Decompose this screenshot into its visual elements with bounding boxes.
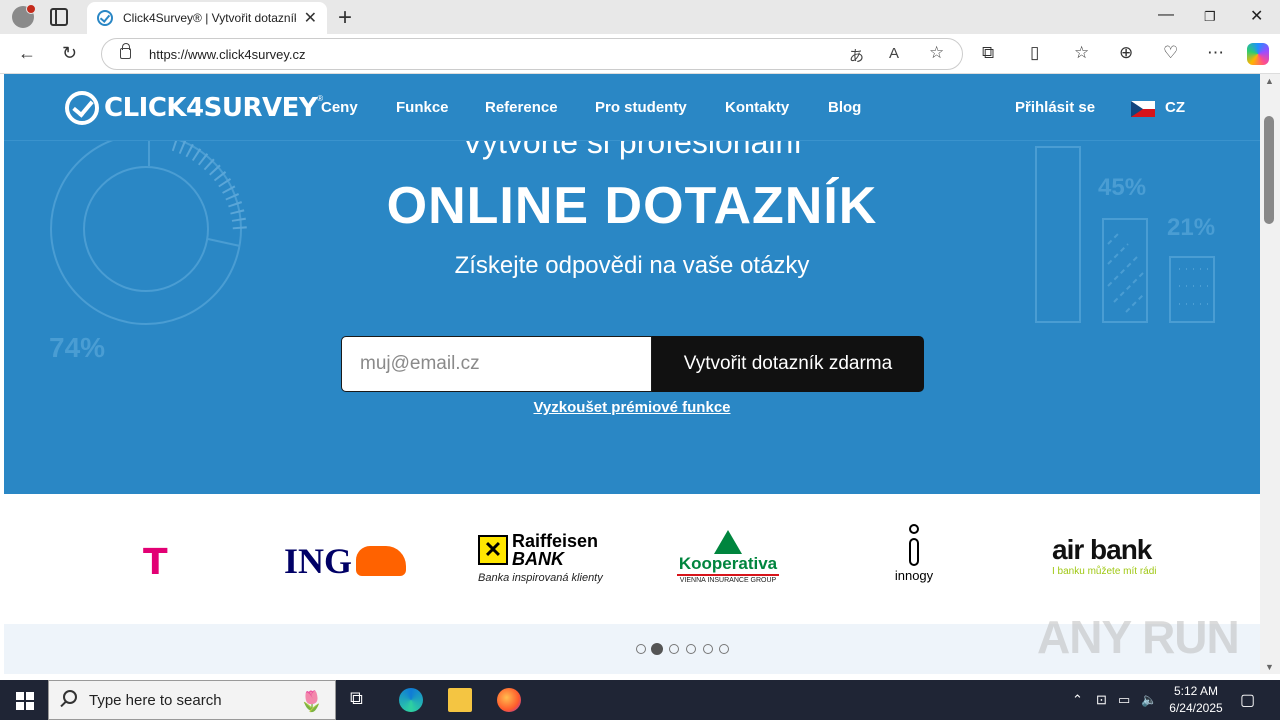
carousel-dot-6[interactable]	[719, 644, 729, 654]
taskbar-search[interactable]: Type here to search 🌷	[48, 680, 336, 720]
airbank-logo: air bank I banku můžete mít rádi	[1052, 534, 1157, 577]
client-logos-strip: T ING ✕ Raiffeisen BANK Banka inspirovan…	[4, 494, 1260, 624]
new-tab-button[interactable]: +	[338, 4, 352, 32]
hero-title: ONLINE DOTAZNÍK	[386, 177, 878, 235]
carousel-dot-2[interactable]	[651, 643, 663, 655]
page-viewport: 74% 45% 21% Vytvořte si profesionální ON…	[4, 74, 1260, 674]
hero-subtitle: Získejte odpovědi na vaše otázky	[454, 252, 810, 279]
tab-close-icon[interactable]: ✕	[304, 8, 317, 28]
ing-lion-icon	[356, 546, 407, 576]
windows-taskbar: Type here to search 🌷 ⧉ ⌃ ⊡ ▭ 🔈 5:12 AM …	[0, 680, 1280, 720]
refresh-icon[interactable]: ↻	[62, 43, 77, 64]
copilot-icon[interactable]	[1247, 43, 1269, 65]
minimize-button[interactable]: —	[1158, 6, 1174, 24]
raiffeisen-logo: ✕ Raiffeisen BANK Banka inspirovaná klie…	[478, 532, 603, 584]
taskbar-clock[interactable]: 5:12 AM 6/24/2025	[1166, 683, 1226, 717]
volume-icon[interactable]: 🔈	[1141, 692, 1157, 708]
browser-titlebar: Click4Survey® | Vytvořit dotazník ✕ + — …	[0, 0, 1280, 34]
raiffeisen-name: Raiffeisen	[512, 531, 599, 551]
firefox-taskbar-icon[interactable]	[497, 688, 521, 712]
read-aloud-icon[interactable]: A	[889, 45, 899, 62]
ing-logo-text: ING	[284, 541, 353, 581]
browser-essentials-icon[interactable]: ♡	[1163, 43, 1178, 63]
logo-check-icon	[65, 91, 99, 125]
restore-button[interactable]: ❐	[1204, 9, 1216, 25]
browser-tab-active[interactable]: Click4Survey® | Vytvořit dotazník ✕	[87, 2, 327, 34]
edge-taskbar-icon[interactable]	[399, 688, 423, 712]
anyrun-watermark: ANY RUN	[1037, 611, 1240, 663]
back-arrow-icon[interactable]: ←	[18, 43, 36, 64]
favorites-icon[interactable]: ☆	[1074, 43, 1089, 63]
nav-blog[interactable]: Blog	[828, 99, 861, 116]
close-window-button[interactable]: ✕	[1250, 6, 1263, 26]
search-icon	[63, 690, 77, 704]
kooperativa-tagline: VIENNA INSURANCE GROUP	[677, 574, 779, 584]
language-selector[interactable]: CZ	[1165, 99, 1185, 116]
notifications-icon[interactable]: ▢	[1240, 690, 1255, 710]
scroll-down-icon[interactable]: ▼	[1265, 662, 1274, 672]
scroll-thumb[interactable]	[1264, 116, 1274, 224]
nav-pro-studenty[interactable]: Pro studenty	[595, 99, 687, 116]
innogy-name: innogy	[894, 568, 934, 583]
kooperativa-emblem-icon	[714, 530, 742, 554]
translate-icon[interactable]: あ	[849, 45, 864, 66]
address-bar[interactable]: https://www.click4survey.cz あ A ☆	[101, 38, 963, 70]
nav-ceny[interactable]: Ceny	[321, 99, 358, 116]
tab-actions-icon[interactable]	[50, 8, 68, 26]
clock-time: 5:12 AM	[1173, 684, 1219, 698]
tray-chevron-icon[interactable]: ⌃	[1072, 692, 1083, 708]
carousel-dot-3[interactable]	[669, 644, 679, 654]
carousel-dot-1[interactable]	[636, 644, 646, 654]
carousel-dot-4[interactable]	[686, 644, 696, 654]
nav-reference[interactable]: Reference	[485, 99, 558, 116]
create-survey-button[interactable]: Vytvořit dotazník zdarma	[652, 336, 924, 392]
windows-start-icon[interactable]	[16, 692, 34, 710]
extensions-icon[interactable]: ⧉	[982, 43, 994, 63]
collections-icon[interactable]: ⊕	[1119, 43, 1133, 63]
scroll-up-icon[interactable]: ▲	[1265, 76, 1274, 86]
more-menu-icon[interactable]: ⋯	[1207, 43, 1224, 63]
kooperativa-name: Kooperativa	[678, 554, 778, 573]
nav-funkce[interactable]: Funkce	[396, 99, 449, 116]
logo-text: CLICK4SURVEY	[104, 93, 318, 123]
profile-avatar-icon[interactable]	[12, 4, 36, 28]
favorite-star-icon[interactable]: ☆	[929, 43, 944, 63]
innogy-bar-icon	[909, 538, 919, 566]
tulip-decoration-icon: 🌷	[299, 691, 324, 713]
url-text[interactable]: https://www.click4survey.cz	[149, 47, 306, 62]
deco-stat-74: 74%	[49, 332, 106, 363]
task-view-icon[interactable]: ⧉	[350, 688, 374, 712]
nav-kontakty[interactable]: Kontakty	[725, 99, 789, 116]
premium-features-link-text[interactable]: Vyzkoušet prémiové funkce	[533, 399, 730, 416]
telekom-logo: T	[143, 542, 168, 583]
browser-toolbar: ← ↻ https://www.click4survey.cz あ A ☆ ⧉ …	[0, 34, 1280, 74]
site-navbar: CLICK4SURVEY ® Ceny Funkce Reference Pro…	[4, 74, 1260, 141]
innogy-logo: innogy	[890, 524, 938, 583]
site-favicon-icon	[97, 10, 113, 26]
czech-flag-icon[interactable]	[1131, 101, 1155, 117]
tray-device-icon[interactable]: ⊡	[1096, 692, 1107, 708]
airbank-name: air bank	[1052, 534, 1152, 565]
clock-date: 6/24/2025	[1169, 701, 1223, 715]
lock-icon[interactable]	[120, 43, 131, 59]
file-explorer-icon[interactable]	[448, 688, 472, 712]
tab-title: Click4Survey® | Vytvořit dotazník	[123, 11, 296, 25]
ing-logo: ING	[284, 540, 407, 582]
page-scrollbar[interactable]: ▲ ▼	[1260, 74, 1280, 674]
innogy-dot-icon	[909, 524, 919, 534]
split-screen-icon[interactable]: ▯	[1030, 43, 1039, 63]
airbank-tagline: I banku můžete mít rádi	[1052, 566, 1157, 577]
carousel-dot-5[interactable]	[703, 644, 713, 654]
site-logo[interactable]: CLICK4SURVEY ®	[65, 91, 323, 125]
raiffeisen-gable-icon: ✕	[478, 535, 508, 565]
raiffeisen-tagline: Banka inspirovaná klienty	[478, 572, 603, 584]
login-link[interactable]: Přihlásit se	[1015, 99, 1095, 116]
raiffeisen-bank: BANK	[512, 549, 564, 569]
email-input[interactable]	[341, 336, 652, 392]
network-icon[interactable]: ▭	[1118, 692, 1130, 708]
kooperativa-logo: Kooperativa VIENNA INSURANCE GROUP	[677, 530, 779, 584]
taskbar-search-text[interactable]: Type here to search	[89, 692, 222, 709]
premium-features-link[interactable]: Vyzkoušet prémiové funkce	[4, 399, 1260, 416]
